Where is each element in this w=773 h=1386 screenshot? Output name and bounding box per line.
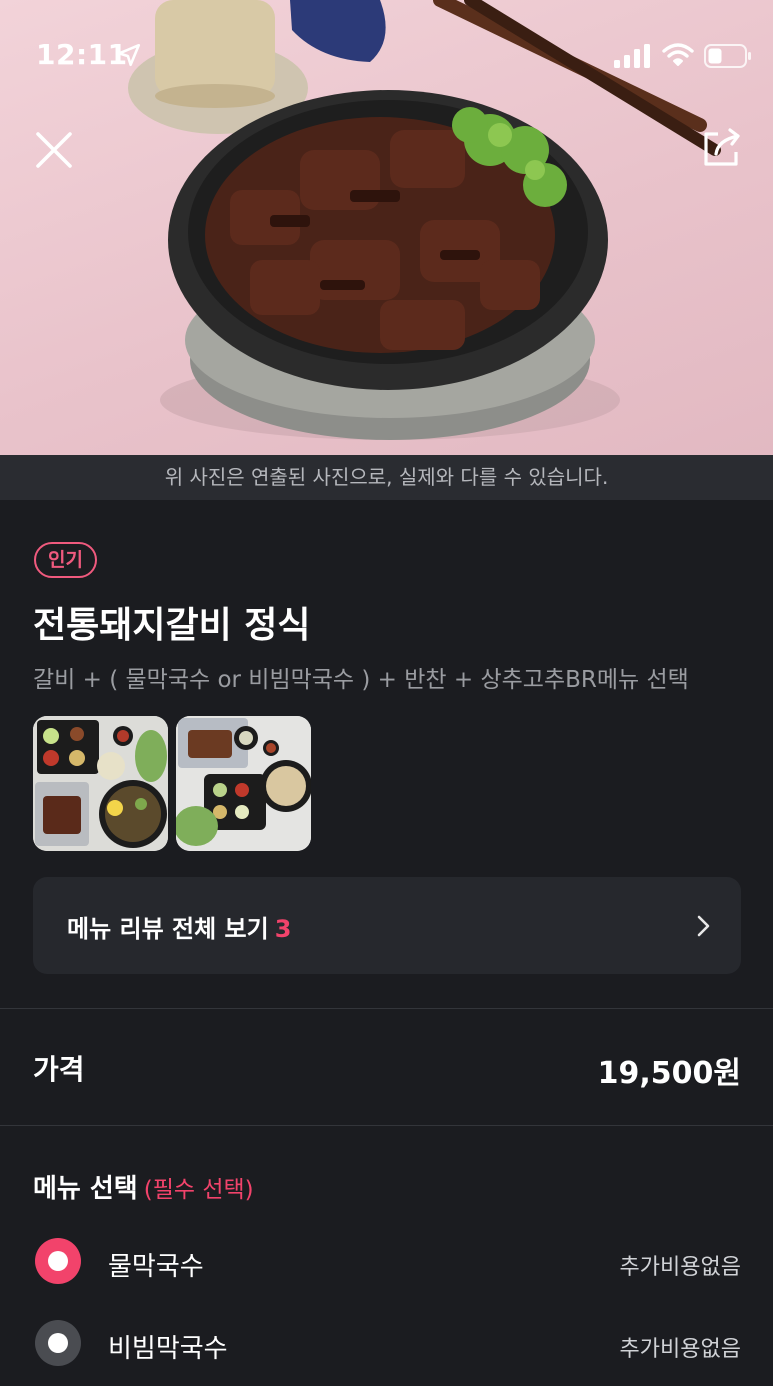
menu-review-link[interactable]: 메뉴 리뷰 전체 보기 3	[33, 877, 741, 974]
meal-set-photo-2	[176, 716, 311, 851]
option-label: 비빔막국수	[108, 1334, 228, 1364]
menu-title: 전통돼지갈비 정식	[33, 605, 311, 646]
signal-icon	[614, 44, 650, 68]
status-bar: 12:11	[0, 0, 773, 110]
option-bibim-makguksu[interactable]: 비빔막국수 추가비용없음	[0, 1312, 773, 1372]
hero-image-area: 12:11	[0, 0, 773, 455]
photo-disclaimer: 위 사진은 연출된 사진으로, 실제와 다를 수 있습니다.	[0, 455, 773, 500]
thumbnail-1[interactable]	[33, 716, 168, 851]
review-count: 3	[274, 915, 292, 943]
menu-select-heading: 메뉴 선택 (필수 선택)	[33, 1168, 254, 1205]
radio-unselected[interactable]	[35, 1320, 81, 1366]
review-link-text: 메뉴 리뷰 전체 보기	[67, 915, 269, 943]
popular-badge: 인기	[34, 542, 97, 578]
wifi-icon	[662, 43, 694, 66]
option-price: 추가비용없음	[619, 1337, 741, 1362]
share-icon[interactable]	[698, 124, 746, 172]
close-icon[interactable]	[30, 126, 78, 174]
photo-thumbnails	[33, 716, 311, 851]
divider	[0, 1125, 773, 1126]
chevron-right-icon	[697, 915, 710, 937]
option-label: 물막국수	[108, 1252, 204, 1282]
required-label: (필수 선택)	[143, 1177, 254, 1203]
meal-set-photo-1	[33, 716, 168, 851]
location-arrow-icon	[117, 43, 141, 67]
option-mul-makguksu[interactable]: 물막국수 추가비용없음	[0, 1230, 773, 1290]
review-link-label: 메뉴 리뷰 전체 보기 3	[67, 909, 291, 944]
menu-select-title: 메뉴 선택	[33, 1174, 138, 1204]
price-value: 19,500원	[597, 1056, 741, 1091]
option-price: 추가비용없음	[619, 1255, 741, 1280]
radio-dot	[48, 1251, 68, 1271]
menu-description: 갈비 + ( 물막국수 or 비빔막국수 ) + 반찬 + 상추고추BR메뉴 선…	[33, 667, 689, 693]
price-label: 가격	[33, 1053, 85, 1086]
radio-selected[interactable]	[35, 1238, 81, 1284]
thumbnail-2[interactable]	[176, 716, 311, 851]
status-time: 12:11	[36, 38, 128, 71]
radio-dot	[48, 1333, 68, 1353]
battery-icon	[704, 44, 751, 68]
divider	[0, 1008, 773, 1009]
